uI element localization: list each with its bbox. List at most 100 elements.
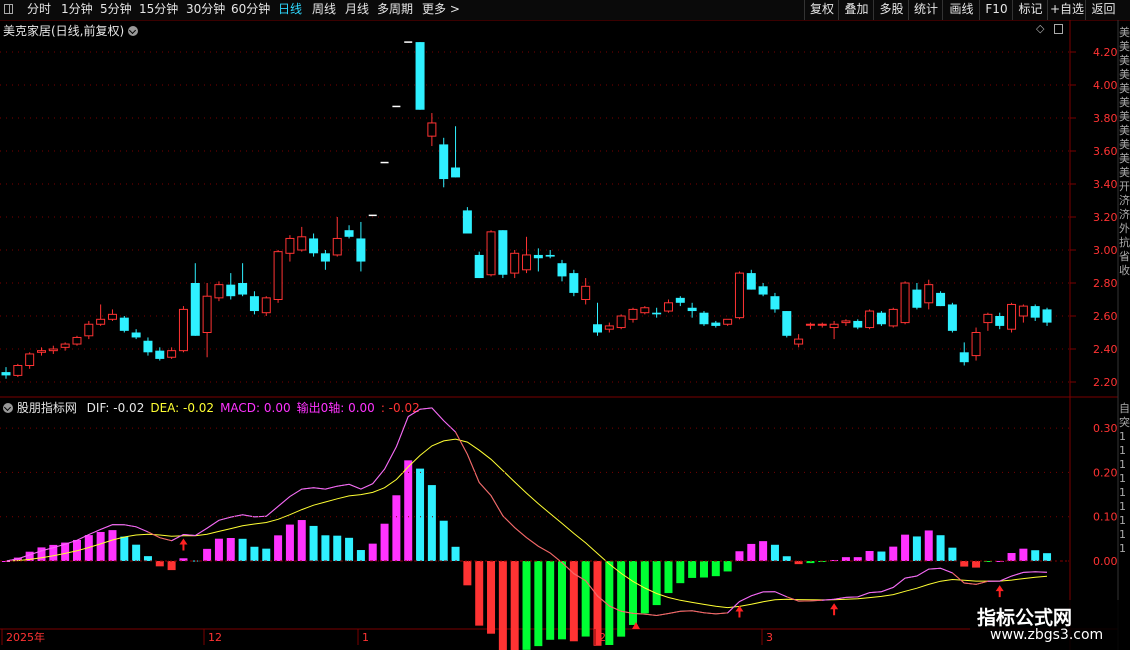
buy-arrow-icon: [179, 538, 188, 551]
macd-bar: [948, 547, 957, 561]
candle-body: [344, 230, 354, 237]
dif-segment: [455, 431, 468, 455]
macd-bar: [356, 550, 365, 561]
buy-arrow-icon: [995, 585, 1004, 598]
candle-body: [865, 310, 875, 329]
candle-body: [817, 323, 827, 326]
side-label-8: 美: [1119, 138, 1130, 151]
date-label: 12: [208, 631, 222, 644]
candle-body: [131, 332, 141, 338]
macd-bar: [652, 561, 661, 606]
candle-body: [628, 308, 638, 320]
candle-body: [510, 252, 520, 274]
dif-segment: [881, 586, 894, 593]
price-tick-label: 3.20: [1093, 211, 1118, 224]
date-label: 2025年: [6, 630, 45, 644]
dif-segment: [325, 485, 338, 490]
candle-body: [226, 284, 236, 297]
candle-body: [451, 167, 461, 178]
candle-body: [202, 295, 212, 334]
macd-bar: [404, 460, 413, 561]
candle-body: [782, 311, 792, 336]
dif-segment: [348, 483, 362, 490]
candle-body: [167, 350, 177, 358]
dif-segment: [277, 496, 291, 507]
date-label: 1: [362, 631, 369, 644]
dif-segment: [916, 568, 929, 577]
macd-bar: [688, 561, 697, 578]
candle-body: [107, 313, 117, 320]
macd-tick-label: 0.00: [1093, 555, 1118, 568]
macd-bar: [498, 561, 507, 650]
macd-bar: [1031, 550, 1040, 561]
dif-segment: [703, 612, 716, 615]
macd-bar: [664, 561, 673, 594]
candle-body: [687, 307, 697, 312]
candle-body: [155, 350, 165, 359]
price-tick-label: 2.80: [1093, 277, 1118, 290]
macd-bar: [368, 543, 377, 561]
macd-bar: [380, 523, 389, 561]
candle-body: [912, 289, 922, 308]
macd-bar: [853, 557, 862, 561]
candle-body: [320, 253, 330, 262]
dif-segment: [384, 446, 397, 470]
candle-body: [888, 308, 898, 327]
side-label-15: 抗: [1119, 236, 1130, 249]
kline-chart[interactable]: 4.20 4.00 3.80 3.60 3.40 3.20 3.00 2.80 2.60 2.40…: [0, 0, 1130, 650]
price-tick-label: 3.60: [1093, 145, 1118, 158]
macd-bar: [309, 525, 318, 561]
dif-segment: [265, 506, 279, 517]
dif-segment: [135, 526, 149, 533]
macd-bar: [333, 535, 342, 561]
candle-body: [723, 318, 733, 325]
candle-body: [581, 285, 591, 300]
macd-bar: [510, 561, 519, 650]
dif-segment: [502, 515, 516, 528]
candle-body: [853, 320, 863, 328]
candle-body: [190, 283, 200, 336]
macd-bar: [735, 551, 744, 561]
macd-bar: [155, 561, 164, 567]
side-label-0: 自: [1119, 402, 1130, 415]
macd-bar: [889, 546, 898, 561]
side-label-10: 美: [1119, 166, 1130, 179]
macd-bar: [392, 495, 401, 561]
macd-tick-label: 0.30: [1093, 422, 1118, 435]
candle-body: [498, 230, 508, 275]
macd-bar: [912, 536, 921, 561]
dif-segment: [715, 612, 728, 615]
dif-segment: [443, 420, 456, 433]
dif-segment: [171, 534, 184, 542]
candle-body: [332, 237, 342, 256]
side-label-11: 开: [1119, 180, 1130, 193]
dif-segment: [159, 537, 172, 542]
watermark-url: www.zbgs3.com: [990, 627, 1104, 643]
side-label-6: 1: [1119, 486, 1126, 499]
side-label-4: 1: [1119, 458, 1126, 471]
candle-body: [84, 323, 94, 337]
macd-bar: [262, 548, 271, 561]
side-label-1: 突: [1119, 416, 1130, 429]
macd-bar: [960, 561, 969, 567]
side-label-3: 1: [1119, 444, 1126, 457]
dif-segment: [1011, 571, 1024, 577]
side-label-1: 美: [1119, 40, 1130, 53]
candle-body: [936, 292, 946, 307]
dif-segment: [124, 524, 137, 528]
macd-bar: [238, 538, 247, 561]
side-label-5: 1: [1119, 472, 1126, 485]
dif-segment: [975, 580, 989, 585]
macd-bar: [759, 541, 768, 561]
side-label-0: 美: [1119, 26, 1130, 39]
dif-segment: [668, 610, 681, 615]
price-tick-label: 3.00: [1093, 244, 1118, 257]
macd-bar: [345, 537, 354, 561]
price-tick-label: 4.00: [1093, 79, 1118, 92]
dif-segment: [337, 483, 350, 487]
dif-segment: [372, 468, 385, 485]
candle-body: [640, 307, 650, 314]
dif-segment: [538, 545, 551, 554]
macd-bar: [143, 556, 152, 561]
macd-bar: [747, 543, 756, 561]
